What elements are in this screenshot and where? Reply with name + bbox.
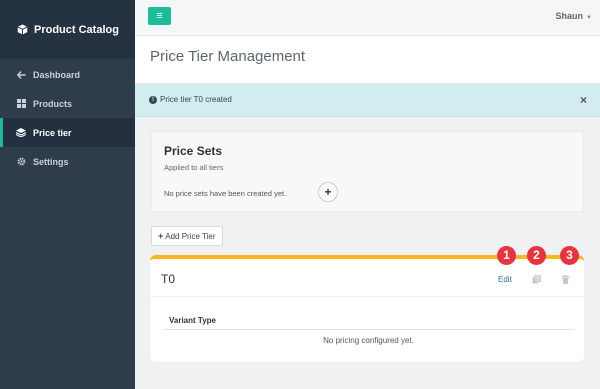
edit-tier-link[interactable]: Edit <box>498 275 512 284</box>
price-tier-card: T0 Edit Variant Type No pricing configur… <box>150 255 584 362</box>
marker-3: 3 <box>560 246 579 265</box>
caret-down-icon: ▼ <box>586 15 592 21</box>
sidebar: Product Catalog Dashboard Products Price… <box>0 0 135 389</box>
layers-icon <box>15 128 27 137</box>
gear-icon <box>15 157 27 166</box>
alert-text: Price tier T0 created <box>160 95 232 104</box>
variant-type-header: Variant Type <box>163 311 574 330</box>
sidebar-item-products[interactable]: Products <box>0 89 135 118</box>
table-empty-text: No pricing configured yet. <box>323 336 414 345</box>
page-header: Price Tier Management <box>135 36 600 84</box>
add-price-set-button[interactable]: + <box>318 182 338 202</box>
user-name: Shaun <box>555 11 584 21</box>
trash-icon[interactable] <box>561 275 570 284</box>
copy-icon[interactable] <box>532 275 541 284</box>
marker-2: 2 <box>527 246 546 265</box>
close-icon[interactable]: × <box>580 94 587 106</box>
cube-icon <box>17 24 28 35</box>
plus-icon: + <box>158 231 164 241</box>
price-sets-panel: Price Sets Applied to all tiers No price… <box>151 131 584 212</box>
sidebar-item-label: Price tier <box>33 127 72 138</box>
user-menu[interactable]: Shaun ▼ <box>556 11 592 21</box>
price-sets-subtitle: Applied to all tiers <box>164 163 224 172</box>
menu-toggle-button[interactable]: ≡ <box>148 7 171 25</box>
alert-message: ! Price tier T0 created <box>149 95 232 104</box>
brand-label: Product Catalog <box>34 23 119 36</box>
products-grid-icon <box>15 99 27 108</box>
sidebar-item-dashboard[interactable]: Dashboard <box>0 60 135 89</box>
sidebar-item-label: Settings <box>33 156 69 167</box>
sidebar-item-price-tier[interactable]: Price tier <box>0 118 135 147</box>
add-price-tier-button[interactable]: + Add Price Tier <box>151 226 223 246</box>
brand[interactable]: Product Catalog <box>0 0 135 59</box>
tier-header: T0 Edit <box>150 259 584 297</box>
price-sets-empty-text: No price sets have been created yet. <box>164 189 287 198</box>
add-price-tier-label: Add Price Tier <box>165 231 216 241</box>
tier-name: T0 <box>161 272 176 286</box>
sidebar-item-label: Products <box>33 98 73 109</box>
success-alert: ! Price tier T0 created × <box>135 84 600 117</box>
sidebar-item-settings[interactable]: Settings <box>0 147 135 176</box>
marker-1: 1 <box>497 246 516 265</box>
sidebar-item-label: Dashboard <box>33 69 81 80</box>
page-title: Price Tier Management <box>150 48 306 65</box>
top-bar: ≡ Shaun ▼ <box>135 0 600 36</box>
price-sets-title: Price Sets <box>164 144 223 158</box>
arrow-left-icon <box>15 70 27 79</box>
variant-table: Variant Type No pricing configured yet. <box>163 311 574 352</box>
info-icon: ! <box>149 95 157 104</box>
